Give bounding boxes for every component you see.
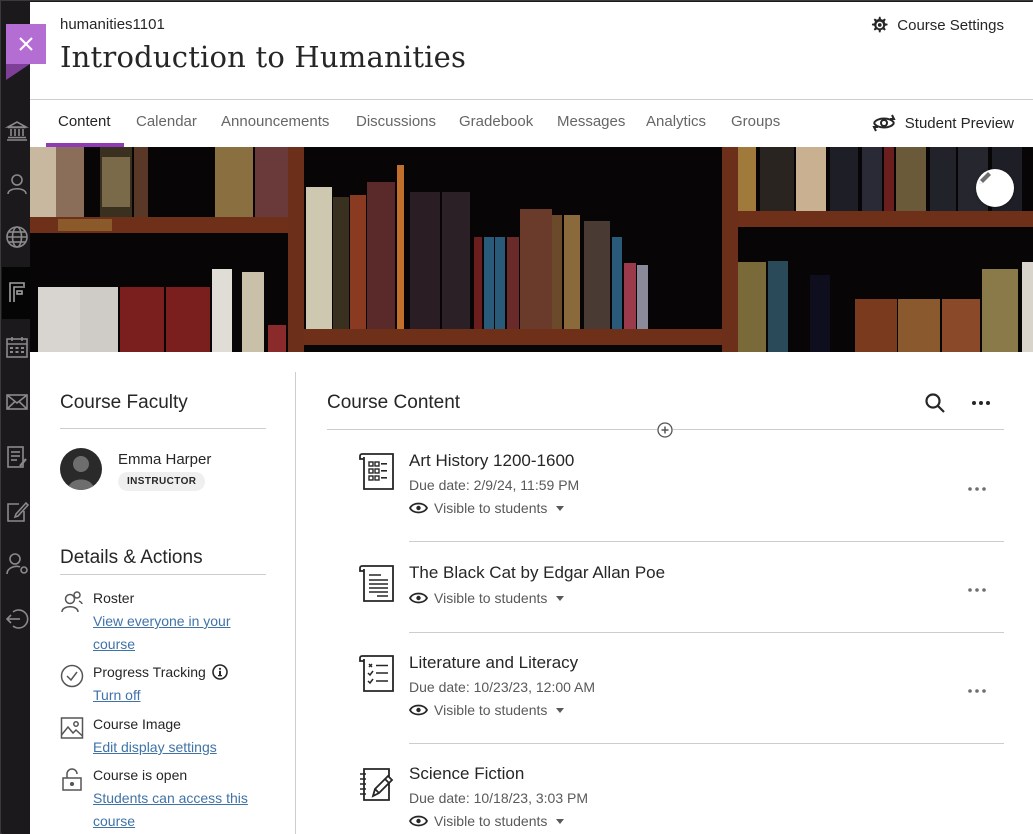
tab-messages[interactable]: Messages [557,113,625,130]
progress-check-icon [60,664,84,688]
content-item-title[interactable]: Literature and Literacy [409,653,578,673]
close-button-fold [6,64,30,80]
tab-calendar[interactable]: Calendar [136,113,197,130]
role-badge: INSTRUCTOR [118,472,206,491]
divider [60,574,266,575]
info-icon[interactable] [212,664,228,680]
edit-banner-button[interactable] [976,169,1014,207]
unlock-icon [60,767,84,791]
institution-icon[interactable] [5,118,29,142]
course-sidebar: Course Faculty Emma Harper INSTRUCTOR De… [30,372,296,834]
eye-icon [409,592,428,604]
due-date: Due date: 10/18/23, 3:03 PM [409,790,589,806]
course-settings-label: Course Settings [897,16,1004,34]
admin-icon[interactable] [5,552,29,576]
journal-icon [357,764,397,804]
pencil-icon [979,172,991,184]
details-heading: Details & Actions [60,547,203,568]
profile-icon[interactable] [5,172,29,196]
visibility-dropdown[interactable]: Visible to students [409,590,565,606]
tab-groups[interactable]: Groups [731,113,780,130]
detail-label: Course is open [93,767,188,783]
caret-down-icon [556,818,565,824]
courses-icon[interactable] [5,280,29,304]
course-content: Course Content Art History 1200-1600 Due… [297,372,1033,834]
tab-content[interactable]: Content [58,113,111,130]
faculty-heading: Course Faculty [60,392,188,413]
visibility-dropdown[interactable]: Visible to students [409,702,565,718]
caret-down-icon [556,595,565,601]
visibility-label: Visible to students [434,590,548,606]
visibility-label: Visible to students [434,500,548,516]
course-panel: humanities1101 Introduction to Humanitie… [30,2,1033,834]
caret-down-icon [556,505,565,511]
detail-label: Course Image [93,716,181,732]
eye-icon [409,815,428,827]
bookshelf-image [30,147,1033,352]
detail-label: Progress Tracking [93,664,228,680]
turn-off-progress-link[interactable]: Turn off [93,684,268,707]
visibility-label: Visible to students [434,813,548,829]
roster-icon [60,590,84,614]
student-preview-icon [872,114,896,132]
tab-analytics[interactable]: Analytics [646,113,706,130]
student-preview-label: Student Preview [904,114,1014,132]
image-icon [60,716,84,740]
course-header: humanities1101 Introduction to Humanitie… [30,2,1033,100]
visibility-dropdown[interactable]: Visible to students [409,500,565,516]
document-icon [357,563,397,603]
detail-label-text: Progress Tracking [93,664,206,680]
divider [409,632,1004,633]
nav-rail [2,2,30,834]
assessment-icon [357,451,397,491]
avatar-silhouette-icon [68,456,94,490]
search-icon[interactable] [924,392,946,414]
content-item-title[interactable]: Science Fiction [409,764,524,784]
course-settings-button[interactable]: Course Settings [870,16,1004,34]
add-content-icon[interactable] [657,422,673,438]
item-more-options-icon[interactable] [967,687,987,695]
sign-out-icon[interactable] [5,607,29,631]
more-options-icon[interactable] [969,392,993,414]
divider [409,743,1004,744]
page-title: Introduction to Humanities [60,40,467,74]
faculty-name[interactable]: Emma Harper [118,451,211,468]
course-access-link[interactable]: Students can access this course [93,787,268,833]
due-date: Due date: 2/9/24, 11:59 PM [409,477,580,493]
calendar-icon[interactable] [5,335,29,359]
app-window: humanities1101 Introduction to Humanitie… [0,0,1033,834]
divider [409,541,1004,542]
eye-icon [409,704,428,716]
test-icon [357,653,397,693]
close-course-button[interactable] [6,24,46,64]
content-item-title[interactable]: The Black Cat by Edgar Allan Poe [409,563,665,583]
course-id: humanities1101 [60,16,165,33]
gear-icon [872,16,888,33]
course-tabs: Content Calendar Announcements Discussio… [30,101,1033,147]
tools-icon[interactable] [5,500,29,524]
avatar[interactable] [60,448,102,490]
item-more-options-icon[interactable] [967,586,987,594]
course-banner-image [30,147,1033,352]
student-preview-button[interactable]: Student Preview [871,112,1014,134]
content-item-title[interactable]: Art History 1200-1600 [409,451,574,471]
divider [60,428,266,429]
tab-announcements[interactable]: Announcements [221,113,329,130]
edit-display-settings-link[interactable]: Edit display settings [93,736,268,759]
eye-icon [409,502,428,514]
view-roster-link[interactable]: View everyone in your course [93,610,268,656]
messages-icon[interactable] [5,390,29,414]
caret-down-icon [556,707,565,713]
visibility-label: Visible to students [434,702,548,718]
tab-gradebook[interactable]: Gradebook [459,113,533,130]
item-more-options-icon[interactable] [967,485,987,493]
visibility-dropdown[interactable]: Visible to students [409,813,565,829]
close-icon [19,37,33,51]
globe-icon[interactable] [5,225,29,249]
due-date: Due date: 10/23/23, 12:00 AM [409,679,596,695]
grades-icon[interactable] [5,445,29,469]
course-content-heading: Course Content [327,392,461,413]
tab-discussions[interactable]: Discussions [356,113,436,130]
detail-label: Roster [93,590,135,606]
